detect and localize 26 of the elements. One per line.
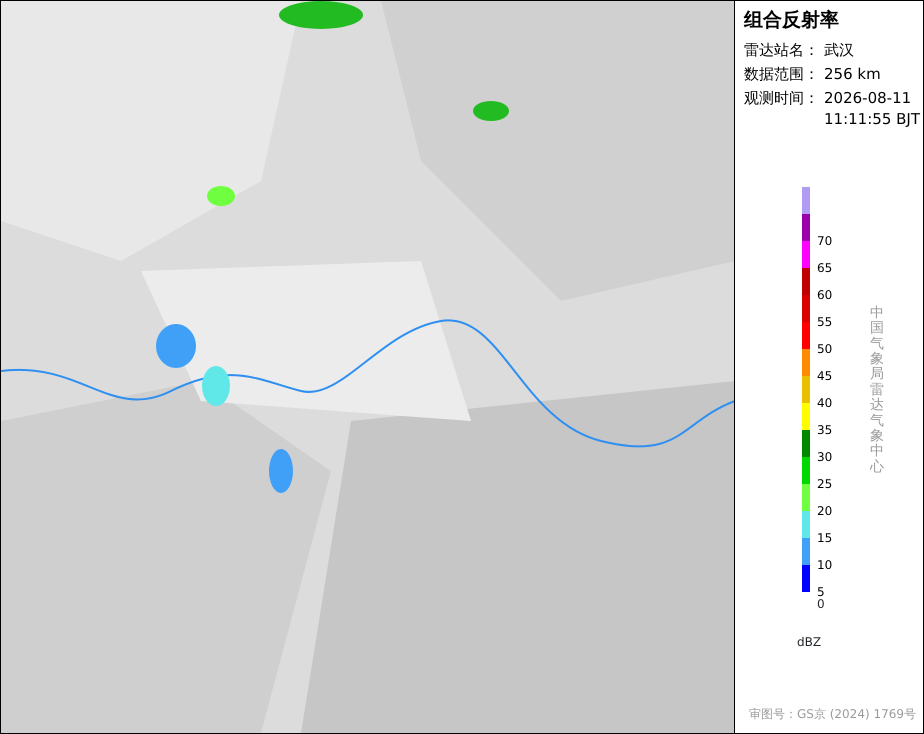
legend-value: 70 bbox=[817, 234, 832, 248]
legend-value: 0 bbox=[817, 596, 825, 611]
legend-value: 45 bbox=[817, 368, 832, 383]
legend-value: 10 bbox=[817, 558, 832, 572]
legend-value: 5 bbox=[817, 584, 825, 599]
credit-text: 中国气象局雷达气象中心 bbox=[870, 306, 884, 476]
field-label: 数据范围： bbox=[744, 64, 820, 85]
approval-number: 审图号：GS京 (2024) 1769号 bbox=[749, 706, 917, 723]
legend-value: 40 bbox=[817, 396, 832, 410]
field-value: 256 km bbox=[824, 64, 881, 85]
legend-value: 25 bbox=[817, 476, 832, 491]
legend-unit: dBZ bbox=[797, 634, 822, 649]
legend-value: 30 bbox=[817, 450, 832, 464]
legend-value: 20 bbox=[817, 504, 832, 518]
field-label: 观测时间： bbox=[744, 88, 820, 109]
field-value: 武汉 bbox=[824, 40, 854, 61]
field-value: 2026-08-11 bbox=[824, 88, 912, 109]
panel-title: 组合反射率 bbox=[744, 9, 840, 32]
legend-value: 35 bbox=[817, 422, 832, 437]
legend-value: 55 bbox=[817, 314, 832, 329]
legend-value: 65 bbox=[817, 260, 832, 275]
legend-value: 50 bbox=[817, 342, 832, 356]
legend-value: 60 bbox=[817, 288, 832, 302]
field-value: 11:11:55 BJT bbox=[824, 108, 920, 130]
legend-value: 15 bbox=[817, 530, 832, 545]
field-label: 雷达站名： bbox=[744, 40, 820, 61]
